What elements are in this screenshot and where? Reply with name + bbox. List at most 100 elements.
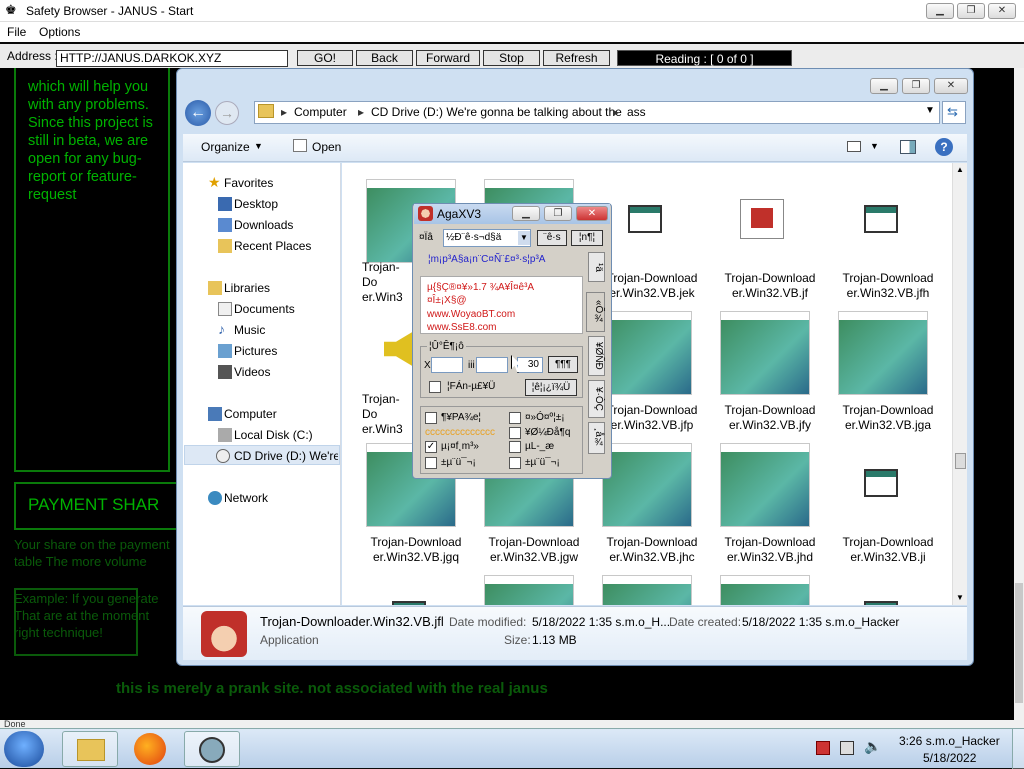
status-bar: Done (0, 720, 1024, 729)
back-arrow-icon[interactable]: ← (185, 100, 211, 126)
stop-button[interactable]: Stop (483, 50, 540, 66)
scroll-down-icon[interactable]: ▼ (956, 593, 964, 602)
organize-chevron-icon[interactable]: ▼ (254, 141, 263, 151)
preview-pane-icon[interactable] (900, 140, 916, 154)
close-button[interactable]: ✕ (988, 3, 1016, 19)
info-link[interactable]: www.WoyaoBT.com (427, 308, 515, 321)
explorer-minimize-button[interactable]: ▁ (870, 78, 898, 94)
dialog-apply-button[interactable]: ¶¶¶ (548, 356, 578, 373)
clock-time[interactable]: 3:26 s.m.o_Hacker (899, 734, 1000, 748)
breadcrumb-cd-drive[interactable]: CD Drive (D:) We're gonna be talking abo… (371, 105, 622, 119)
file-tile[interactable] (830, 567, 942, 605)
select-chevron-icon[interactable]: ▼ (518, 231, 530, 245)
dialog-tab[interactable]: ¹ä (588, 252, 605, 282)
option-checkbox[interactable] (425, 457, 437, 469)
dialog-group-label: ¦Û°Ê¶¡ô (427, 341, 466, 352)
file-tile[interactable] (358, 567, 470, 605)
y-input[interactable] (476, 357, 508, 373)
dialog-refresh-button[interactable]: ¨ê·s (537, 230, 567, 246)
page-scroll-thumb[interactable] (1015, 583, 1023, 703)
file-tile[interactable]: Trojan-Download er.Win32.VB.jfh (830, 171, 942, 300)
sidebar-item-pictures[interactable]: Pictures (218, 344, 277, 358)
file-tile[interactable] (476, 567, 588, 605)
explorer-close-button[interactable]: ✕ (934, 78, 968, 94)
breadcrumb-ass[interactable]: ass (627, 105, 646, 119)
auto-checkbox[interactable] (429, 381, 441, 393)
back-button[interactable]: Back (356, 50, 413, 66)
explorer-maximize-button[interactable]: ❐ (902, 78, 930, 94)
open-button[interactable]: Open (312, 140, 341, 154)
view-icon[interactable] (847, 141, 861, 152)
page-scrollbar[interactable] (1014, 68, 1024, 720)
dialog-maximize-button[interactable]: ❐ (544, 206, 572, 221)
file-tile[interactable]: Trojan-Download er.Win32.VB.ji (830, 435, 942, 564)
minimize-button[interactable]: ▁ (926, 3, 954, 19)
sidebar-favorites[interactable]: ★ Favorites (208, 174, 273, 190)
menu-file[interactable]: File (7, 25, 26, 39)
refresh-button[interactable]: Refresh (543, 50, 610, 66)
dialog-mode-button[interactable]: ¦ê¦¡¿ï¾Ü (525, 379, 577, 396)
sidebar-computer[interactable]: Computer (208, 407, 277, 421)
sidebar-item-local-disk[interactable]: Local Disk (C:) (218, 428, 313, 442)
address-input[interactable]: HTTP://JANUS.DARKOK.XYZ (56, 50, 288, 67)
maximize-button[interactable]: ❐ (957, 3, 985, 19)
x-input[interactable] (431, 357, 463, 373)
option-checkbox[interactable] (425, 412, 437, 424)
go-button[interactable]: GO! (297, 50, 353, 66)
option-checkbox[interactable] (509, 457, 521, 469)
refresh-icon[interactable]: ⇆ (942, 101, 966, 124)
clock-date[interactable]: 5/18/2022 (923, 751, 976, 765)
browser-title-bar: ♚ Safety Browser - JANUS - Start ▁ ❐ ✕ (0, 0, 1024, 22)
taskbar-explorer-button[interactable] (62, 731, 118, 767)
firefox-icon[interactable] (134, 733, 166, 765)
forward-button[interactable]: Forward (416, 50, 480, 66)
show-desktop-button[interactable] (1012, 729, 1024, 769)
action-center-icon[interactable] (816, 741, 830, 755)
sidebar-item-documents[interactable]: Documents (218, 302, 295, 316)
sidebar-network[interactable]: Network (208, 491, 268, 505)
sidebar-item-music[interactable]: ♪ Music (218, 321, 265, 337)
network-tray-icon[interactable] (840, 741, 854, 755)
dialog-tab-active[interactable]: «Õ¾ (586, 292, 605, 332)
sidebar-item-downloads[interactable]: Downloads (218, 218, 293, 232)
file-tile[interactable]: Trojan-Download er.Win32.VB.jhd (712, 435, 824, 564)
option-checkbox[interactable] (509, 412, 521, 424)
file-tile[interactable] (712, 567, 824, 605)
forward-arrow-icon[interactable]: → (215, 101, 239, 125)
menu-options[interactable]: Options (39, 25, 80, 39)
dropdown-chevron-icon[interactable]: ▼ (925, 105, 935, 116)
organize-button[interactable]: Organize (201, 140, 250, 154)
file-grid-scrollbar[interactable]: ▲ ▼ (952, 163, 967, 605)
dialog-tab[interactable]: ¥·ÒÇ (588, 380, 605, 418)
sidebar-item-videos[interactable]: Videos (218, 365, 270, 379)
dialog-tab[interactable]: ¸å¾ (588, 422, 605, 454)
dialog-title: AgaXV3 (437, 207, 482, 221)
sidebar-item-recent-places[interactable]: Recent Places (218, 239, 311, 253)
help-icon[interactable]: ? (935, 138, 953, 156)
start-button-icon[interactable] (4, 731, 44, 767)
option-checkbox[interactable] (509, 427, 521, 439)
dialog-minimize-button[interactable]: ▁ (512, 206, 540, 221)
breadcrumb-computer[interactable]: Computer (294, 105, 347, 119)
explorer-address-bar[interactable]: ▸ Computer ▸ CD Drive (D:) We're gonna b… (254, 101, 940, 124)
sidebar-item-desktop[interactable]: Desktop (218, 197, 278, 211)
interval-input[interactable]: 30 (517, 357, 543, 373)
file-tile[interactable]: Trojan-Download er.Win32.VB.jfy (712, 303, 824, 432)
volume-icon[interactable]: 🔈 (864, 738, 881, 755)
dialog-go-button[interactable]: ¦n¶¦ (571, 230, 603, 246)
info-link[interactable]: www.SsE8.com (427, 321, 496, 333)
scroll-thumb[interactable] (955, 453, 966, 469)
view-chevron-icon[interactable]: ▼ (870, 141, 879, 151)
dialog-close-button[interactable]: ✕ (576, 206, 608, 221)
option-checkbox[interactable] (509, 441, 521, 453)
file-tile[interactable]: Trojan-Download er.Win32.VB.jf (712, 171, 824, 300)
option-checkbox-checked[interactable]: ✓ (425, 441, 437, 453)
libraries-icon (208, 281, 222, 295)
sidebar-libraries[interactable]: Libraries (208, 281, 270, 295)
dialog-tab[interactable]: ¥ØÑÐ (588, 336, 605, 376)
file-tile[interactable]: Trojan-Download er.Win32.VB.jga (830, 303, 942, 432)
sidebar-item-cd-drive[interactable]: CD Drive (D:) We're g (234, 449, 338, 463)
scroll-up-icon[interactable]: ▲ (956, 165, 964, 174)
taskbar-browser-button[interactable] (184, 731, 240, 767)
file-tile[interactable] (594, 567, 706, 605)
